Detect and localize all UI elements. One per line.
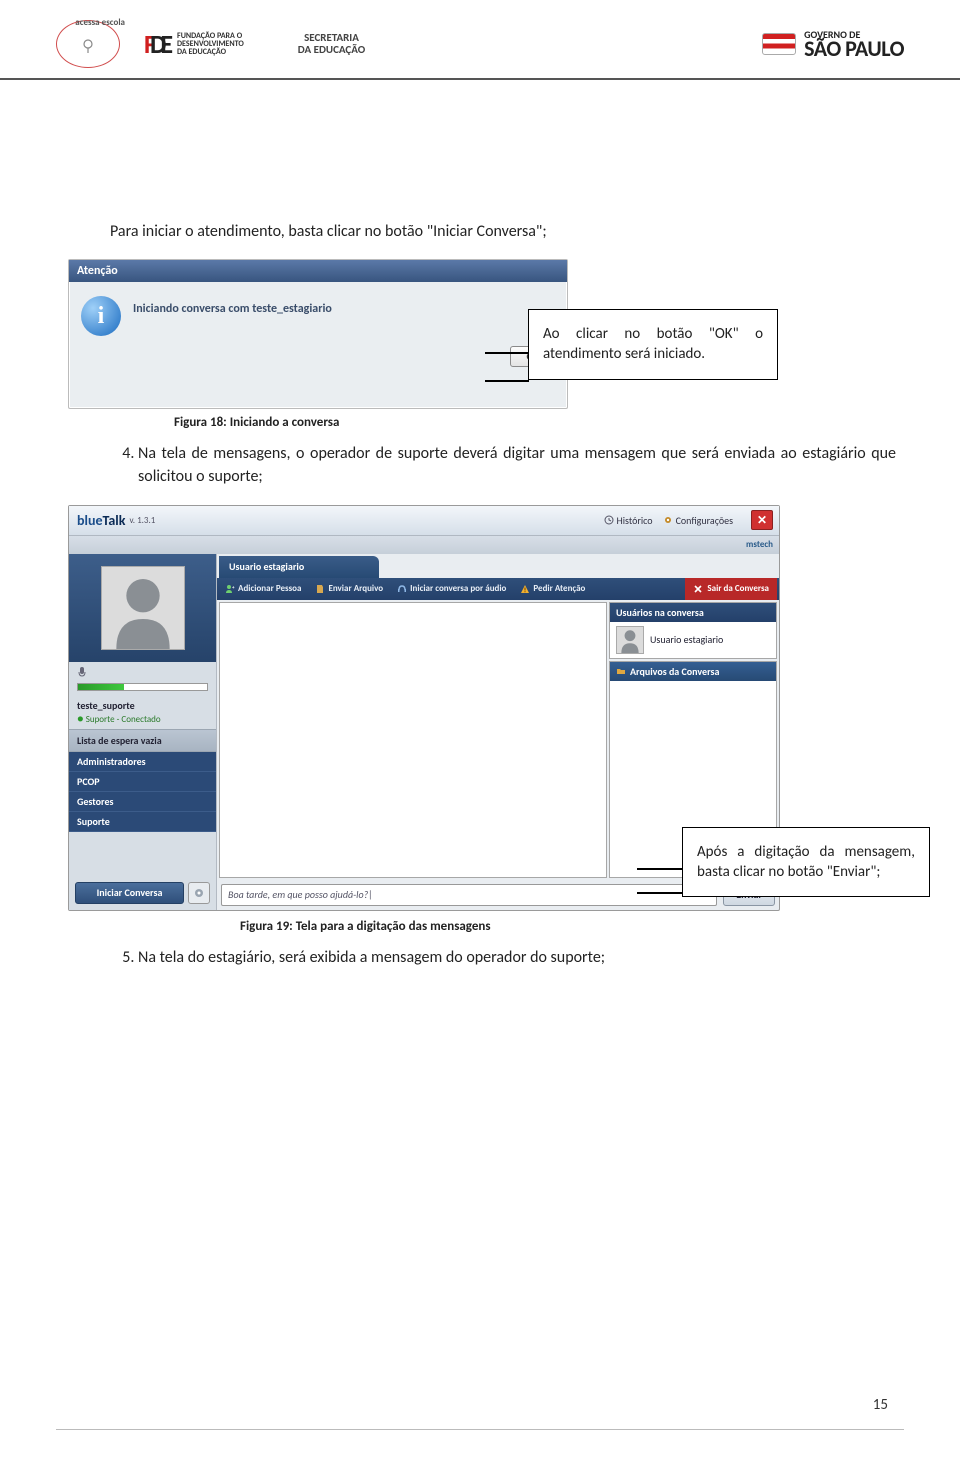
add-person-button[interactable]: + Adicionar Pessoa	[219, 583, 307, 594]
chat-area	[219, 602, 607, 878]
group-item[interactable]: Gestores	[69, 792, 216, 812]
close-icon: ✕	[757, 513, 767, 528]
close-icon	[693, 584, 703, 594]
waitlist-header: Lista de espera vazia	[69, 729, 216, 752]
figure-19: blueTalk v. 1.3.1 Histórico Configuraçõe…	[68, 505, 896, 911]
message-input[interactable]: Boa tarde, em que posso ajudá-lo?|	[221, 884, 717, 906]
avatar-area	[69, 554, 216, 662]
settings-button[interactable]: Configurações	[663, 514, 733, 527]
dialog-title: Atenção	[69, 260, 567, 282]
sidebar: teste_suporte ● Suporte - Conectado List…	[69, 554, 217, 910]
group-item[interactable]: Administradores	[69, 752, 216, 772]
alert-dialog: Atenção i Iniciando conversa com teste_e…	[68, 259, 568, 409]
secretaria-logo: SECRETARIA DA EDUCAÇÃO	[298, 32, 365, 56]
chat-toolbar: + Adicionar Pessoa Enviar Arquivo Inicia…	[217, 578, 779, 600]
files-panel-header: Arquivos da Conversa	[610, 662, 776, 681]
figure-19-caption: Figura 19: Tela para a digitação das men…	[240, 919, 896, 934]
page-number: 15	[873, 1396, 888, 1414]
headset-icon	[397, 584, 407, 594]
figure-18: Atenção i Iniciando conversa com teste_e…	[68, 259, 896, 409]
users-panel-header: Usuários na conversa	[610, 603, 776, 622]
svg-text:+: +	[232, 585, 235, 591]
current-user-name: teste_suporte	[69, 695, 216, 712]
step-5: Na tela do estagiário, será exibida a me…	[138, 946, 896, 969]
group-item[interactable]: PCOP	[69, 772, 216, 792]
audio-call-button[interactable]: Iniciar conversa por áudio	[391, 583, 512, 594]
app-logo: blueTalk	[77, 512, 125, 529]
sp-flag-icon	[762, 33, 796, 55]
alert-icon	[520, 584, 530, 594]
person-plus-icon: +	[225, 584, 235, 594]
close-button[interactable]: ✕	[751, 510, 773, 530]
conversation-user-item[interactable]: Usuario estagiario	[610, 622, 776, 658]
user-avatar-small	[616, 626, 644, 654]
acessa-escola-logo: acessa escola	[56, 20, 120, 68]
history-button[interactable]: Histórico	[604, 514, 653, 527]
figure-18-caption: Figura 18: Iniciando a conversa	[174, 415, 896, 430]
info-icon: i	[81, 296, 121, 336]
page-header: acessa escola FDE FUNDAÇÃO PARA O DESENV…	[0, 0, 960, 80]
fde-text: FUNDAÇÃO PARA O DESENVOLVIMENTO DA EDUCA…	[177, 32, 244, 56]
leave-conversation-button[interactable]: Sair da Conversa	[685, 578, 777, 600]
groups-list: Administradores PCOP Gestores Suporte	[69, 752, 216, 832]
paragraph-intro: Para iniciar o atendimento, basta clicar…	[110, 220, 896, 243]
governo-sp-logo: GOVERNO DE SÃO PAULO	[762, 30, 904, 59]
users-panel: Usuários na conversa Usuario estagiario	[609, 602, 777, 659]
document-body: Para iniciar o atendimento, basta clicar…	[0, 80, 960, 969]
gear-icon	[663, 515, 673, 525]
app-version: v. 1.3.1	[129, 515, 155, 526]
clock-icon	[604, 515, 614, 525]
callout-send: Após a digitação da mensagem, basta clic…	[682, 827, 930, 898]
brand-bar: mstech	[69, 536, 779, 554]
step-4: Na tela de mensagens, o operador de supo…	[138, 442, 896, 488]
titlebar: blueTalk v. 1.3.1 Histórico Configuraçõe…	[69, 506, 779, 536]
volume-control[interactable]	[69, 662, 216, 695]
attention-button[interactable]: Pedir Atenção	[514, 583, 591, 594]
gear-icon	[193, 887, 205, 899]
dialog-message: Iniciando conversa com teste_estagiario	[133, 296, 332, 336]
start-conversation-button[interactable]: Iniciar Conversa	[75, 882, 184, 904]
send-file-button[interactable]: Enviar Arquivo	[309, 583, 389, 594]
conversation-tab[interactable]: Usuario estagiario	[219, 556, 379, 578]
group-item[interactable]: Suporte	[69, 812, 216, 832]
mic-icon	[77, 666, 87, 678]
file-icon	[315, 584, 325, 594]
connection-status: ● Suporte - Conectado	[69, 712, 216, 729]
sidebar-settings-button[interactable]	[188, 882, 210, 904]
bluetalk-window: blueTalk v. 1.3.1 Histórico Configuraçõe…	[68, 505, 780, 911]
footer-divider	[56, 1429, 904, 1430]
folder-icon	[616, 666, 626, 676]
user-avatar	[101, 566, 185, 650]
callout-ok: Ao clicar no botão "OK" o atendimento se…	[528, 309, 778, 380]
fde-logo: FDE FUNDAÇÃO PARA O DESENVOLVIMENTO DA E…	[144, 28, 244, 60]
